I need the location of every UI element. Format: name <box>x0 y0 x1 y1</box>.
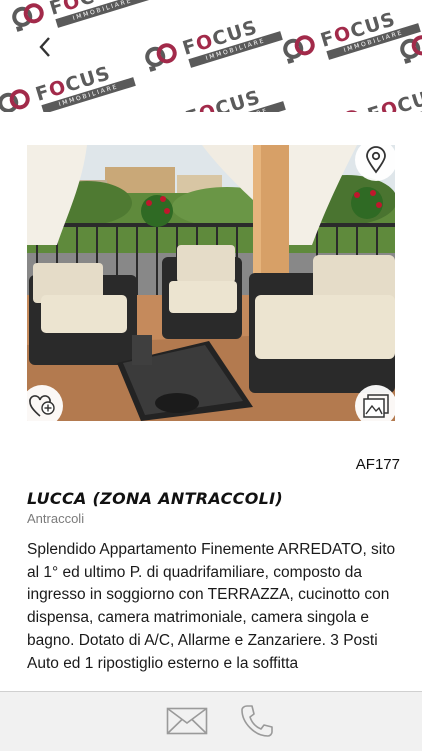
logo-mark-icon <box>341 110 362 112</box>
header-logo-pattern: FOCUS IMMOBILIARE FOCUS IMMOBILIARE FOCU… <box>0 0 422 112</box>
bottom-action-bar <box>0 691 422 751</box>
email-button[interactable] <box>164 700 210 742</box>
listing-title: LUCCA (ZONA ANTRACCOLI) <box>27 489 283 508</box>
terrace-photo-illustration <box>27 145 395 421</box>
property-photo[interactable] <box>27 145 395 421</box>
envelope-icon <box>166 707 208 735</box>
phone-button[interactable] <box>234 700 280 742</box>
logo-mark-icon <box>144 108 186 112</box>
logo-mark-icon <box>145 43 177 72</box>
chevron-left-icon <box>39 37 50 57</box>
brand-logo: FOCUS IMMOBILIARE <box>0 60 136 112</box>
brand-logo: FOCUS IMMOBILIARE <box>8 0 150 33</box>
heart-plus-icon <box>29 395 55 417</box>
listing-location: Antraccoli <box>27 511 85 526</box>
logo-mark-icon <box>12 3 44 32</box>
back-button[interactable] <box>30 30 60 64</box>
listing-description: Splendido Appartamento Finemente ARREDAT… <box>27 541 396 672</box>
logo-mark-icon <box>0 89 30 112</box>
brand-logo: FOCUS IMMOBILIARE <box>279 6 421 65</box>
logo-mark-icon <box>283 35 315 64</box>
brand-logo: FOCUS IMMOBILIARE <box>144 84 286 112</box>
map-pin-icon <box>366 146 386 174</box>
listing-reference-code: AF177 <box>355 456 400 473</box>
gallery-button[interactable] <box>355 385 395 421</box>
phone-icon <box>241 705 273 737</box>
brand-logo: FOCUS IMMOBILIARE <box>326 81 422 112</box>
map-button[interactable] <box>355 145 395 181</box>
brand-logo: FOCUS IMMOBILIARE <box>141 14 283 73</box>
image-gallery-icon <box>363 394 389 418</box>
